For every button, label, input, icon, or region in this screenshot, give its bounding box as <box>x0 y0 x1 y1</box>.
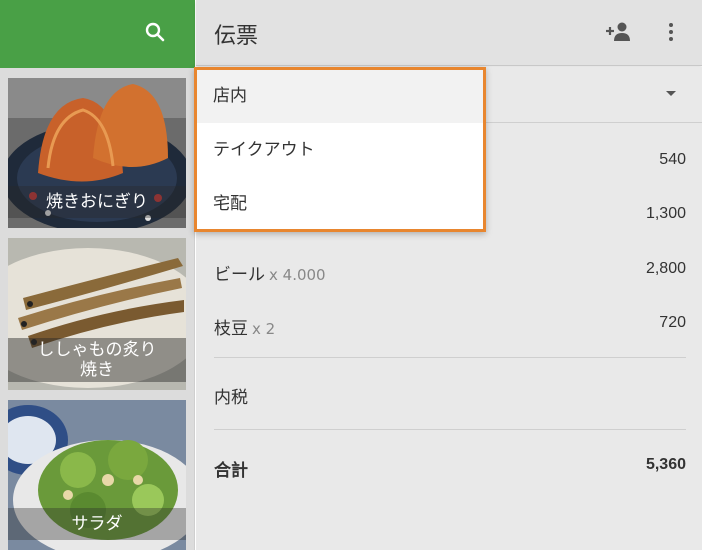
more-vert-icon[interactable] <box>664 20 678 44</box>
divider <box>214 429 686 430</box>
menu-sidebar: 焼きおにぎり ししゃもの炙り焼き サラダ <box>0 0 195 550</box>
total-row: 合計 5,360 <box>214 452 686 482</box>
add-person-icon[interactable] <box>604 20 632 42</box>
dropdown-caret-icon[interactable] <box>666 91 676 96</box>
order-item-price: 1,300 <box>645 205 686 222</box>
order-item-row[interactable]: ビール x 4.000 2,800 <box>214 256 686 286</box>
menu-item-label: ししゃもの炙り焼き <box>8 338 186 382</box>
search-icon[interactable] <box>143 20 167 44</box>
divider <box>214 357 686 358</box>
order-item-row[interactable]: 枝豆 x 2 720 <box>214 310 686 340</box>
page-title: 伝票 <box>214 24 259 49</box>
dropdown-option-takeout[interactable]: テイクアウト <box>197 124 483 177</box>
tax-label: 内税 <box>214 388 248 408</box>
dropdown-option-eat-in[interactable]: 店内 <box>197 70 483 123</box>
menu-item-label: サラダ <box>8 508 186 540</box>
total-value: 5,360 <box>645 456 686 473</box>
order-item-name: ビール x 4.000 <box>214 265 326 285</box>
tax-row: 内税 <box>214 379 686 409</box>
order-item-price: 2,800 <box>645 260 686 277</box>
order-type-dropdown: 店内 テイクアウト 宅配 <box>194 67 486 232</box>
menu-item-tile[interactable]: ししゃもの炙り焼き <box>8 238 186 390</box>
order-item-name: 枝豆 x 2 <box>214 319 276 339</box>
dropdown-option-delivery[interactable]: 宅配 <box>197 178 483 231</box>
app-bar: 伝票 <box>196 0 702 66</box>
menu-item-tile[interactable]: 焼きおにぎり <box>8 78 186 228</box>
sidebar-search-bar[interactable] <box>0 0 195 68</box>
order-item-price: 540 <box>659 151 686 168</box>
total-label: 合計 <box>214 461 248 481</box>
order-item-price: 720 <box>659 314 686 331</box>
menu-item-tile[interactable]: サラダ <box>8 400 186 550</box>
menu-item-label: 焼きおにぎり <box>8 186 186 218</box>
